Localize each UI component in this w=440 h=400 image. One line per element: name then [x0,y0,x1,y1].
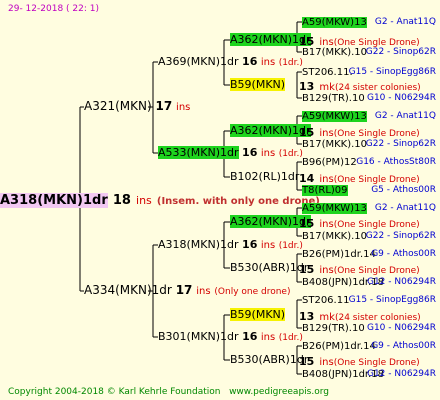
g4-name[interactable]: B26(PM)1dr.14 [302,340,376,353]
date-label: 29- 12-2018 ( 22: 1) [8,4,99,14]
g2-note: (1dr.) [278,333,303,343]
site-link[interactable]: www.pedigreeapis.org [229,387,329,397]
g1-bottom-name: A334(MKN)1dr [84,283,172,297]
g4-line: G15 - SinopEgg86R [348,67,436,77]
g4-line: G15 - SinopEgg86R [348,295,436,305]
g4-line: G2 - Anat11Q [374,17,436,27]
g1-bottom-note: (Only one drone) [214,287,291,297]
g4-line: G12 - N06294R [366,277,436,287]
g4-line: G22 - Sinop62R [365,231,436,241]
g2-ins: ins [260,148,276,159]
g3-name[interactable]: B59(MKN) [230,78,286,91]
pedigree-chart: 29- 12-2018 ( 22: 1) A318(MKN)1dr 18 ins… [0,0,440,400]
g4-line: G2 - Anat11Q [374,203,436,213]
g2-node[interactable]: A318(MKN)1dr 16 ins (1dr.) [158,238,303,253]
g2-name: B301(MKN)1dr [158,330,239,343]
root-ins: ins [136,194,152,207]
root-gen: 18 [112,193,131,208]
g3-name[interactable]: B530(ABR)1dr [230,261,308,274]
g2-name: A533(MKN)1dr [158,146,239,159]
g4-name[interactable]: ST206.11 [302,294,349,307]
g4-line: G16 - AthosSt80R [356,157,436,167]
g4-name[interactable]: A59(MKW)13 [302,202,367,215]
g2-name: A369(MKN)1dr [158,55,239,68]
g1-top-gen: 17 [155,99,173,113]
g4-name[interactable]: B26(PM)1dr.14 [302,248,376,261]
g2-gen: 16 [242,55,258,68]
g4-line: G5 - Athos00R [371,185,436,195]
g4-name[interactable]: ST206.11. [302,66,353,79]
g2-ins: ins [260,240,276,251]
g1-top-name: A321(MKN) [84,99,152,113]
g4-name[interactable]: B96(PM)12 [302,156,357,169]
g4-name[interactable]: A59(MKW)13 [302,110,367,123]
g4-line: G2 - Anat11Q [374,111,436,121]
g4-name[interactable]: T8(RL)09 [302,184,348,197]
g4-line: G9 - Athos00R [371,249,436,259]
g4-line: G22 - Sinop62R [365,47,436,57]
root-note: (Insem. with only one drone) [156,196,320,207]
g3-name[interactable]: B59(MKN) [230,308,286,321]
g3-name[interactable]: B530(ABR)1dr [230,353,308,366]
g2-node[interactable]: B301(MKN)1dr 16 ins (1dr.) [158,330,303,345]
g4-name[interactable]: B129(TR).10 [302,322,365,335]
g2-note: (1dr.) [278,241,303,251]
root-name: A318(MKN)1dr [0,193,108,208]
g4-line: G22 - Sinop62R [365,139,436,149]
g4-name[interactable]: B129(TR).10 [302,92,365,105]
g2-note: (1dr.) [278,58,303,68]
copyright: Copyright 2004-2018 © Karl Kehrle Founda… [8,387,329,397]
root-node[interactable]: A318(MKN)1dr 18 ins (Insem. with only on… [0,192,320,208]
g1-bottom-node[interactable]: A334(MKN)1dr 17 ins (Only one drone) [84,284,290,299]
g3-name[interactable]: B102(RL)1dr [230,170,299,183]
g4-line: G12 - N06294R [366,369,436,379]
g4-line: G10 - N06294R [366,323,436,333]
g4-line: G9 - Athos00R [371,341,436,351]
g2-node[interactable]: A369(MKN)1dr 16 ins (1dr.) [158,55,303,70]
g2-gen: 16 [242,330,258,343]
g1-bottom-gen: 17 [175,283,193,297]
g1-top-ins: ins [176,102,191,113]
g4-line: G10 - N06294R [366,93,436,103]
g4-name[interactable]: B17(MKK).10 [302,230,367,243]
g2-ins: ins [260,57,276,68]
g4-name[interactable]: B17(MKK).10 [302,46,367,59]
g2-gen: 16 [242,238,258,251]
g1-top-node[interactable]: A321(MKN) 17 ins [84,100,190,114]
g2-name: A318(MKN)1dr [158,238,239,251]
g2-gen: 16 [242,146,258,159]
g1-bottom-ins: ins [196,286,211,297]
g4-name[interactable]: A59(MKW)13 [302,16,367,29]
g4-name[interactable]: B17(MKK).10 [302,138,367,151]
g2-note: (1dr.) [278,149,303,159]
g2-ins: ins [260,332,276,343]
g2-node[interactable]: A533(MKN)1dr 16 ins (1dr.) [158,146,303,161]
